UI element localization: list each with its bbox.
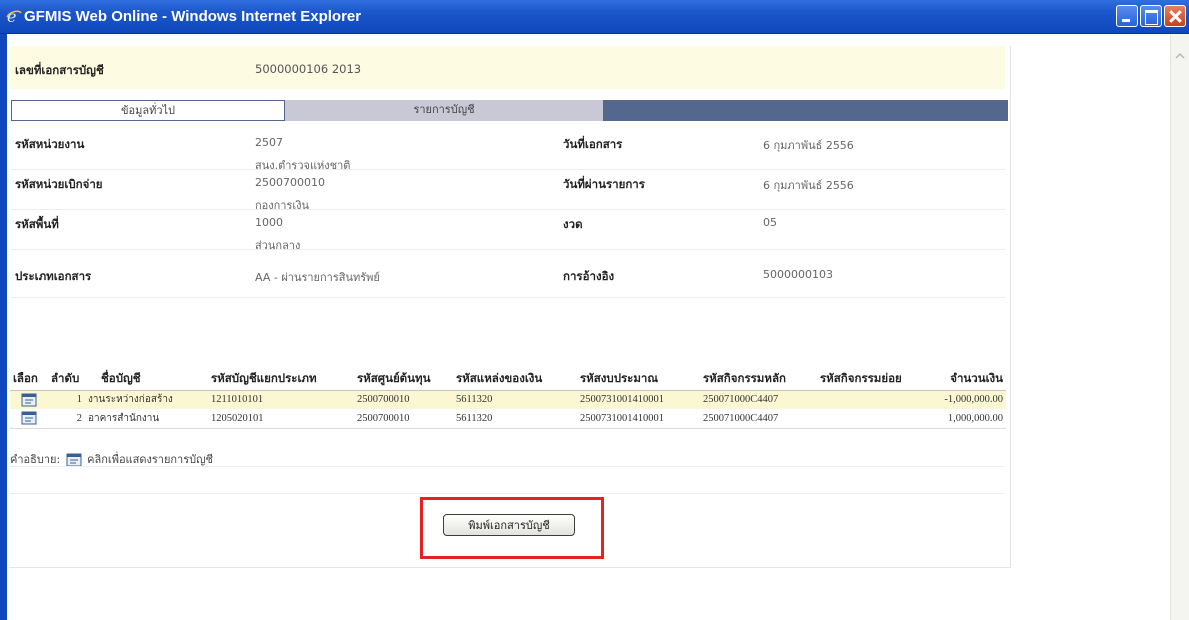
document-panel: เลขที่เอกสารบัญชี 5000000106 2013 ข้อมูล…: [10, 46, 1011, 568]
agency-code-label: รหัสหน่วยงาน: [15, 137, 85, 151]
column-header-main-activity: รหัสกิจกรรมหลัก: [700, 368, 817, 391]
area-code-label: รหัสพื้นที่: [15, 217, 59, 231]
info-row-area: รหัสพื้นที่ 1000 ส่วนกลาง งวด 05: [10, 210, 1005, 252]
cell-sub-activity: [817, 409, 930, 429]
column-header-cost-center: รหัสศูนย์ต้นทุน: [354, 368, 453, 391]
cell-seq: 1: [48, 390, 85, 409]
agency-code-value: 2507: [255, 136, 283, 149]
cell-account-name: อาคารสำนักงาน: [85, 409, 208, 429]
info-row-disbursing: รหัสหน่วยเบิกจ่าย 2500700010 กองการเงิน …: [10, 170, 1005, 212]
view-account-legend-icon: [66, 453, 82, 467]
divider: [10, 466, 1005, 467]
close-button[interactable]: [1164, 5, 1186, 27]
page-content: เลขที่เอกสารบัญชี 5000000106 2013 ข้อมูล…: [7, 34, 1170, 620]
document-date-value: 6 กุมภาพันธ์ 2556: [763, 139, 854, 152]
cell-fund-source: 5611320: [453, 409, 577, 429]
cell-cost-center: 2500700010: [354, 409, 453, 429]
info-row-doctype: ประเภทเอกสาร AA - ผ่านรายการสินทรัพย์ กา…: [10, 250, 1005, 298]
column-header-amount: จำนวนเงิน: [930, 368, 1006, 391]
reference-value: 5000000103: [763, 268, 833, 281]
view-account-icon[interactable]: [21, 393, 37, 407]
cell-main-activity: 250071000C4407: [700, 409, 817, 429]
table-header-row: เลือก ลำดับ ชื่อบัญชี รหัสบัญชีแยกประเภท…: [10, 368, 1006, 391]
divider: [10, 493, 1005, 494]
document-date-label: วันที่เอกสาร: [563, 137, 623, 151]
tab-account-items[interactable]: รายการบัญชี: [285, 100, 603, 121]
column-header-seq: ลำดับ: [48, 368, 85, 391]
disbursing-unit-label: รหัสหน่วยเบิกจ่าย: [15, 177, 103, 191]
print-document-button[interactable]: พิมพ์เอกสารบัญชี: [443, 514, 575, 536]
area-code-value: 1000: [255, 216, 283, 229]
cell-account-name: งานระหว่างก่อสร้าง: [85, 390, 208, 409]
tab-general-info[interactable]: ข้อมูลทั่วไป: [11, 100, 285, 121]
reference-label: การอ้างอิง: [563, 269, 615, 283]
disbursing-unit-value: 2500700010: [255, 176, 325, 189]
window-frame: [0, 34, 7, 620]
internet-explorer-icon: e: [6, 8, 22, 24]
legend-text: คลิกเพื่อแสดงรายการบัญชี: [87, 453, 213, 466]
cell-main-activity: 250071000C4407: [700, 390, 817, 409]
document-number-label: เลขที่เอกสารบัญชี: [15, 63, 104, 77]
scroll-up-arrow-icon[interactable]: [1173, 49, 1187, 63]
table-row: 1 งานระหว่างก่อสร้าง 1211010101 25007000…: [10, 390, 1006, 409]
column-header-budget-code: รหัสงบประมาณ: [577, 368, 700, 391]
column-header-fund-source: รหัสแหล่งของเงิน: [453, 368, 577, 391]
document-type-value: AA - ผ่านรายการสินทรัพย์: [255, 271, 380, 284]
cell-cost-center: 2500700010: [354, 390, 453, 409]
cell-gl-code: 1205020101: [208, 409, 354, 429]
legend-prefix: คำอธิบาย:: [10, 453, 61, 466]
document-number-header: เลขที่เอกสารบัญชี 5000000106 2013: [10, 46, 1005, 89]
column-header-sub-activity: รหัสกิจกรรมย่อย: [817, 368, 930, 391]
column-header-gl-code: รหัสบัญชีแยกประเภท: [208, 368, 354, 391]
window-title-bar: e GFMIS Web Online - Windows Internet Ex…: [0, 0, 1189, 34]
cell-seq: 2: [48, 409, 85, 429]
cell-amount: -1,000,000.00: [930, 390, 1006, 409]
cell-budget-code: 2500731001410001: [577, 409, 700, 429]
cell-gl-code: 1211010101: [208, 390, 354, 409]
account-items-table: เลือก ลำดับ ชื่อบัญชี รหัสบัญชีแยกประเภท…: [10, 368, 1006, 429]
document-number-value: 5000000106 2013: [255, 62, 362, 76]
period-label: งวด: [563, 217, 583, 231]
view-account-icon[interactable]: [21, 411, 37, 425]
cell-budget-code: 2500731001410001: [577, 390, 700, 409]
period-value: 05: [763, 216, 777, 229]
maximize-button[interactable]: [1140, 5, 1162, 27]
table-row: 2 อาคารสำนักงาน 1205020101 2500700010 56…: [10, 409, 1006, 429]
window-title: GFMIS Web Online - Windows Internet Expl…: [24, 8, 362, 25]
vertical-scrollbar[interactable]: [1170, 34, 1189, 620]
info-row-agency: รหัสหน่วยงาน 2507 สนง.ตำรวจแห่งชาติ วันท…: [10, 130, 1005, 172]
cell-sub-activity: [817, 390, 930, 409]
cell-amount: 1,000,000.00: [930, 409, 1006, 429]
posting-date-label: วันที่ผ่านรายการ: [563, 177, 645, 191]
cell-fund-source: 5611320: [453, 390, 577, 409]
minimize-button[interactable]: [1116, 5, 1138, 27]
document-type-label: ประเภทเอกสาร: [15, 269, 92, 283]
column-header-select: เลือก: [10, 368, 48, 391]
column-header-account-name: ชื่อบัญชี: [85, 368, 208, 391]
posting-date-value: 6 กุมภาพันธ์ 2556: [763, 179, 854, 192]
tab-bar: ข้อมูลทั่วไป รายการบัญชี: [11, 100, 1008, 121]
